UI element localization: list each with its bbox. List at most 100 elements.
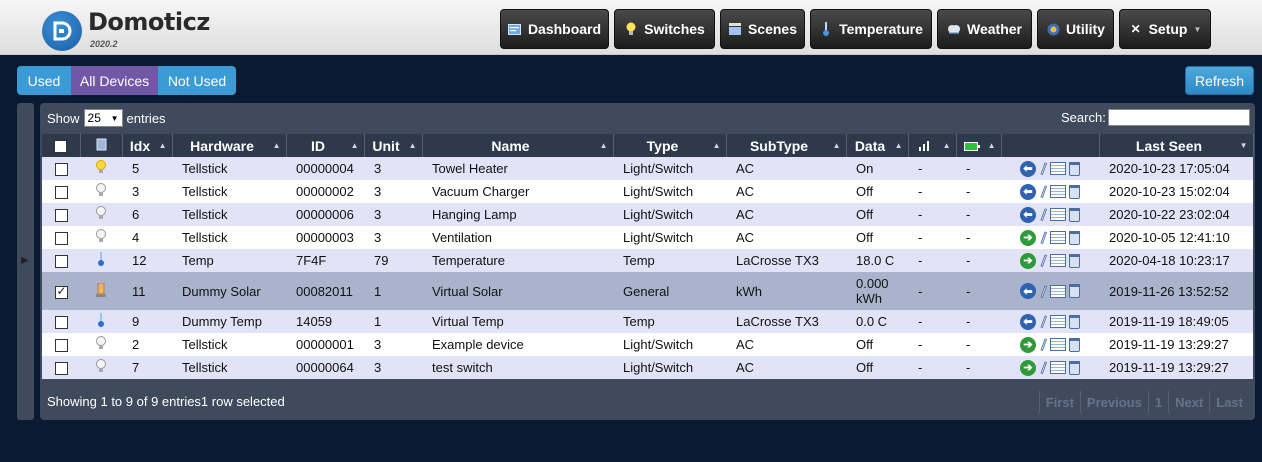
nav-temperature-button[interactable]: Temperature [810,9,932,49]
delete-trash-icon[interactable] [1069,337,1080,352]
table-row[interactable]: 6 Tellstick 00000006 3 Hanging Lamp Light/Swi… [42,203,1253,226]
row-actions: ➔ [1001,333,1099,356]
row-select-cell[interactable] [42,356,80,379]
nav-utility-button[interactable]: Utility [1037,9,1114,49]
switch-on-icon[interactable]: ➔ [1020,229,1036,246]
side-panel-toggle[interactable]: ▶ [17,103,34,420]
column-header-id[interactable]: ID ▲ [286,134,365,157]
log-list-icon[interactable] [1050,254,1066,267]
row-select-cell[interactable] [42,333,80,356]
nav-switches-button[interactable]: Switches [614,9,715,49]
column-header-last-seen[interactable]: Last Seen ▼ [1099,134,1254,157]
column-header-battery[interactable]: ▲ [956,134,1002,157]
icon-column-header[interactable] [80,134,123,157]
refresh-button[interactable]: Refresh [1185,66,1254,95]
filter-not-used-button[interactable]: Not Used [158,66,236,95]
table-row[interactable]: 9 Dummy Temp 14059 1 Virtual Temp Temp LaCross… [42,310,1253,333]
cell-battery: - [956,333,1001,356]
table-row[interactable]: 7 Tellstick 00000064 3 test switch Light/Swit… [42,356,1253,379]
row-checkbox[interactable] [54,339,68,353]
row-checkbox[interactable] [54,362,68,376]
pager-previous-button[interactable]: Previous [1079,391,1148,413]
log-list-icon[interactable] [1050,338,1066,351]
log-list-icon[interactable] [1050,284,1066,298]
log-list-icon[interactable] [1050,361,1066,374]
select-all-checkbox[interactable] [54,140,68,154]
switch-off-icon[interactable]: ⬅ [1020,283,1036,299]
column-header-type[interactable]: Type ▲ [613,134,727,157]
table-row[interactable]: 11Dummy Solar000820111Virtual SolarGener… [42,272,1253,310]
edit-pencil-icon[interactable] [1039,230,1047,245]
switch-on-icon[interactable]: ➔ [1020,359,1036,376]
column-header-data[interactable]: Data ▲ [846,134,909,157]
column-header-idx[interactable]: Idx ▲ [122,134,173,157]
row-checkbox[interactable] [54,186,68,200]
row-select-cell[interactable] [42,249,80,272]
edit-pencil-icon[interactable] [1039,360,1047,375]
cell-unit: 1 [364,310,422,333]
row-checkbox[interactable] [54,209,68,223]
table-row[interactable]: 12 Temp 7F4F 79 Temperature Temp LaCrosse TX3 1… [42,249,1253,272]
pager-first-button[interactable]: First [1038,391,1080,413]
switch-off-icon[interactable]: ⬅ [1020,313,1036,330]
nav-dashboard-button[interactable]: Dashboard [500,9,609,49]
log-list-icon[interactable] [1050,315,1066,328]
switch-off-icon[interactable]: ⬅ [1020,206,1036,223]
switch-on-icon[interactable]: ➔ [1020,336,1036,353]
edit-pencil-icon[interactable] [1039,184,1047,199]
row-checkbox[interactable] [54,316,68,330]
edit-pencil-icon[interactable] [1039,337,1047,352]
delete-trash-icon[interactable] [1069,230,1080,245]
nav-scenes-button[interactable]: Scenes [720,9,805,49]
delete-trash-icon[interactable] [1069,253,1080,268]
nav-weather-button[interactable]: Weather [937,9,1032,49]
row-select-cell[interactable] [42,203,80,226]
table-row[interactable]: 5 Tellstick 00000004 3 Towel Heater Light/Swi… [42,157,1253,180]
delete-trash-icon[interactable] [1069,360,1080,375]
edit-pencil-icon[interactable] [1039,253,1047,268]
delete-trash-icon[interactable] [1069,314,1080,329]
page-length-select[interactable]: 25 ▼ [83,109,123,127]
column-header-signal[interactable]: ▲ [908,134,957,157]
row-select-cell[interactable] [42,157,80,180]
edit-pencil-icon[interactable] [1039,161,1047,176]
table-row[interactable]: 2 Tellstick 00000001 3 Example device Light/S… [42,333,1253,356]
row-select-cell[interactable] [42,310,80,333]
pager-next-button[interactable]: Next [1168,391,1209,413]
filter-all-devices-button[interactable]: All Devices [71,66,158,95]
row-checkbox[interactable] [54,284,68,299]
column-header-name[interactable]: Name ▲ [422,134,614,157]
delete-trash-icon[interactable] [1069,161,1080,176]
pager-page-button[interactable]: 1 [1147,391,1168,413]
delete-trash-icon[interactable] [1069,184,1080,199]
row-checkbox[interactable] [54,232,68,246]
column-header-unit[interactable]: Unit ▲ [364,134,423,157]
column-header-subtype[interactable]: SubType ▲ [726,134,847,157]
log-list-icon[interactable] [1050,231,1066,244]
column-header-hardware[interactable]: Hardware ▲ [172,134,287,157]
cell-idx: 5 [122,157,172,180]
log-list-icon[interactable] [1050,185,1066,198]
row-select-cell[interactable] [42,272,80,310]
row-checkbox[interactable] [54,255,68,269]
row-checkbox[interactable] [54,163,68,177]
log-list-icon[interactable] [1050,162,1066,175]
edit-pencil-icon[interactable] [1039,284,1047,299]
nav-setup-button[interactable]: ✕ Setup ▼ [1119,9,1211,49]
search-input[interactable] [1107,109,1250,126]
filter-used-button[interactable]: Used [17,66,71,95]
table-row[interactable]: 3 Tellstick 00000002 3 Vacuum Charger Light/S… [42,180,1253,203]
row-select-cell[interactable] [42,226,80,249]
select-all-header[interactable] [42,134,81,157]
switch-on-icon[interactable]: ➔ [1020,252,1036,269]
log-list-icon[interactable] [1050,208,1066,221]
switch-off-icon[interactable]: ⬅ [1020,183,1036,200]
table-row[interactable]: 4 Tellstick 00000003 3 Ventilation Light/Swit… [42,226,1253,249]
pager-last-button[interactable]: Last [1209,391,1249,413]
edit-pencil-icon[interactable] [1039,314,1047,329]
row-select-cell[interactable] [42,180,80,203]
switch-off-icon[interactable]: ⬅ [1020,160,1036,177]
edit-pencil-icon[interactable] [1039,207,1047,222]
delete-trash-icon[interactable] [1069,207,1080,222]
delete-trash-icon[interactable] [1069,284,1080,298]
